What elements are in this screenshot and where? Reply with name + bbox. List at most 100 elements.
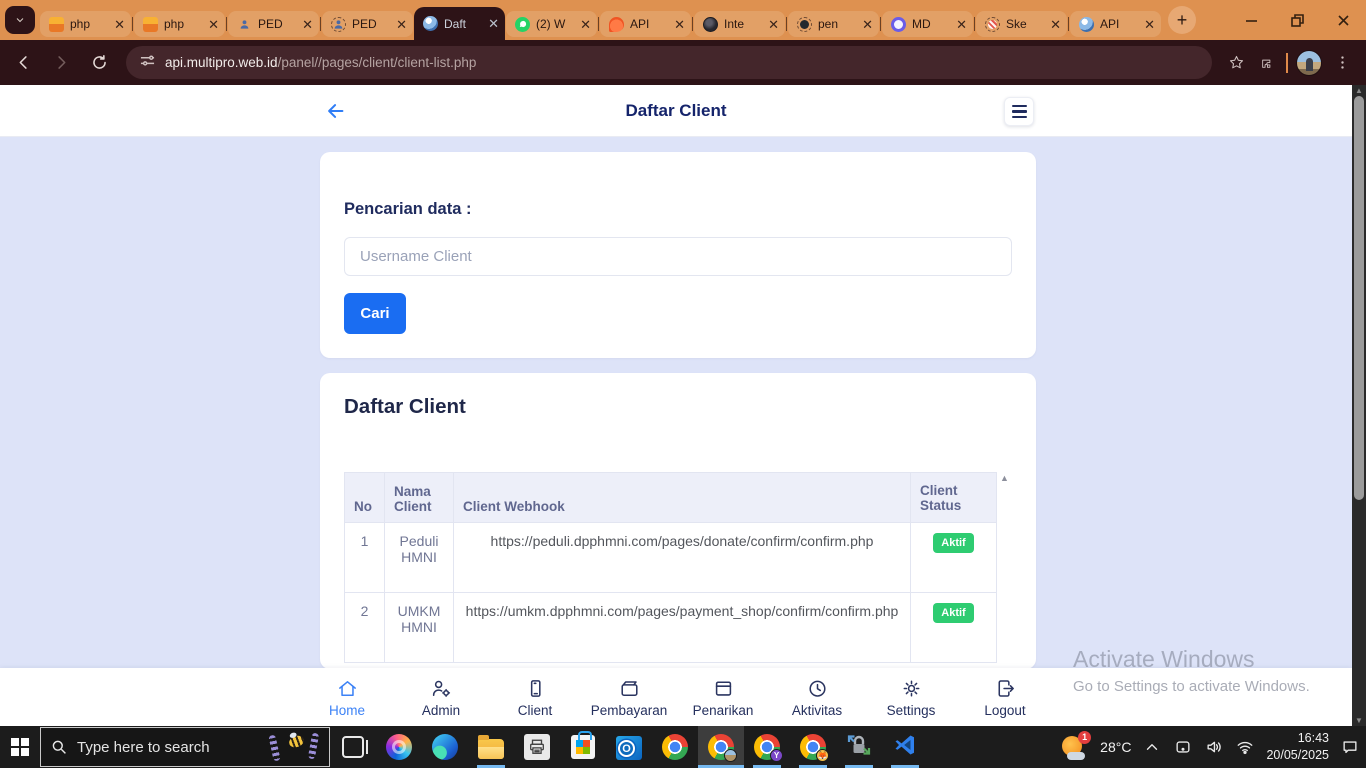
nav-item-aktivitas[interactable]: Aktivitas <box>770 668 864 726</box>
logout-icon <box>998 679 1014 697</box>
kebab-menu-icon <box>1340 56 1344 69</box>
browser-tab-3[interactable]: PED ✕ <box>228 11 319 37</box>
taskbar-icon-vscode[interactable] <box>882 726 928 768</box>
browser-tab-10[interactable]: MD ✕ <box>882 11 973 37</box>
taskbar-icon-microsoft-store[interactable] <box>560 726 606 768</box>
browser-tab-2[interactable]: php ✕ <box>134 11 225 37</box>
taskbar-icon-file-explorer[interactable] <box>468 726 514 768</box>
tab-close-icon[interactable]: ✕ <box>862 18 873 31</box>
forward-icon <box>57 56 65 69</box>
taskbar-icon-printer[interactable] <box>514 726 560 768</box>
tab-title: Daft <box>444 16 467 31</box>
weather-icon[interactable]: 1 <box>1062 730 1092 760</box>
taskbar-icon-task-view[interactable] <box>330 726 376 768</box>
browser-tab-11[interactable]: Ske ✕ <box>976 11 1067 37</box>
nav-item-home[interactable]: Home <box>300 668 394 726</box>
page-menu-button[interactable] <box>1004 97 1034 126</box>
browser-tab-7[interactable]: API ✕ <box>600 11 691 37</box>
tab-close-icon[interactable]: ✕ <box>114 18 125 31</box>
address-bar[interactable]: api.multipro.web.id/panel//pages/client/… <box>126 46 1212 79</box>
gear-icon <box>903 680 919 696</box>
nav-label: Home <box>328 702 365 718</box>
tab-close-icon[interactable]: ✕ <box>768 18 779 31</box>
browser-tab-9[interactable]: pen ✕ <box>788 11 879 37</box>
chevron-up-icon <box>1147 744 1158 750</box>
nav-item-logout[interactable]: Logout <box>958 668 1052 726</box>
site-info-icon[interactable] <box>140 53 155 73</box>
minimize-button[interactable] <box>1228 0 1274 40</box>
taskbar-icon-chrome-profile-3[interactable]: 🦊 <box>790 726 836 768</box>
reload-button[interactable] <box>84 48 114 78</box>
nav-item-penarikan[interactable]: Penarikan <box>676 668 770 726</box>
page-scrollbar[interactable]: ▲ ▼ <box>1352 85 1366 726</box>
taskbar-icon-outlook[interactable] <box>606 726 652 768</box>
nav-item-pembayaran[interactable]: Pembayaran <box>582 668 676 726</box>
nav-item-client[interactable]: Client <box>488 668 582 726</box>
tab-close-icon[interactable]: ✕ <box>674 18 685 31</box>
tab-title: MD <box>912 17 931 31</box>
tab-title: (2) W <box>536 17 566 31</box>
mobile-card-icon <box>530 679 541 697</box>
cari-button[interactable]: Cari <box>344 293 406 334</box>
scroll-up-arrow[interactable]: ▲ <box>1352 85 1366 96</box>
tab-title: Ske <box>1006 17 1027 31</box>
new-tab-button[interactable]: + <box>1168 6 1196 34</box>
action-center-button[interactable] <box>1340 737 1360 757</box>
close-button[interactable] <box>1320 0 1366 40</box>
back-button[interactable] <box>8 48 38 78</box>
table-scrollbar-up[interactable]: ▲ <box>1000 473 1009 483</box>
taskbar-icon-copilot[interactable] <box>376 726 422 768</box>
tab-separator <box>880 17 881 31</box>
browser-tab-1[interactable]: php ✕ <box>40 11 131 37</box>
taskbar-icon-chrome[interactable] <box>652 726 698 768</box>
tab-close-icon[interactable]: ✕ <box>396 18 407 31</box>
page-title: Daftar Client <box>625 101 727 120</box>
username-client-input[interactable] <box>344 237 1012 276</box>
favicon-phpmyadmin <box>143 16 158 32</box>
star-icon <box>1229 55 1243 69</box>
taskbar-icon-chrome-profile-2[interactable]: Y <box>744 726 790 768</box>
extensions-button[interactable] <box>1250 49 1278 77</box>
nav-label: Admin <box>421 702 461 718</box>
url-text: api.multipro.web.id/panel//pages/client/… <box>165 55 477 70</box>
bookmark-button[interactable] <box>1222 49 1250 77</box>
taskbar-icon-edge[interactable] <box>422 726 468 768</box>
cell-status: Aktif <box>910 592 997 663</box>
tab-close-icon[interactable]: ✕ <box>208 18 219 31</box>
tab-close-icon[interactable]: ✕ <box>488 17 499 30</box>
nav-item-admin[interactable]: Admin <box>394 668 488 726</box>
browser-tab-12[interactable]: API ✕ <box>1070 11 1161 37</box>
temperature-label[interactable]: 28°C <box>1100 739 1131 755</box>
forward-button[interactable] <box>46 48 76 78</box>
browser-menu-button[interactable] <box>1328 49 1356 77</box>
start-button[interactable] <box>0 726 40 768</box>
clock[interactable]: 16:43 20/05/2025 <box>1266 730 1329 764</box>
maximize-button[interactable] <box>1274 0 1320 40</box>
screen-cast-icon[interactable] <box>1173 737 1193 757</box>
browser-window: php ✕ php ✕ PED ✕ PED ✕ Daft ✕ (2) W ✕ API ✕ Inte ✕ pen ✕… <box>0 0 1366 768</box>
taskbar-search-box[interactable]: Type here to search <box>40 727 330 767</box>
taskbar-icon-secure-sync[interactable] <box>836 726 882 768</box>
tab-close-icon[interactable]: ✕ <box>302 18 313 31</box>
tab-close-icon[interactable]: ✕ <box>1144 18 1155 31</box>
tab-close-icon[interactable]: ✕ <box>580 18 591 31</box>
nav-item-settings[interactable]: Settings <box>864 668 958 726</box>
scrollbar-thumb[interactable] <box>1354 96 1364 500</box>
profile-avatar[interactable] <box>1296 49 1322 76</box>
browser-tab-5[interactable]: Daft ✕ <box>414 7 505 40</box>
browser-tab-4[interactable]: PED ✕ <box>322 11 413 37</box>
volume-icon[interactable] <box>1204 737 1224 757</box>
browser-tab-8[interactable]: Inte ✕ <box>694 11 785 37</box>
nav-label: Penarikan <box>692 702 754 718</box>
wifi-icon[interactable] <box>1235 737 1255 757</box>
taskbar-icon-chrome-profile-main[interactable] <box>698 726 744 768</box>
tab-close-icon[interactable]: ✕ <box>956 18 967 31</box>
scroll-down-arrow[interactable]: ▼ <box>1352 715 1366 726</box>
toolbar-separator <box>1286 52 1288 73</box>
tray-overflow-button[interactable] <box>1142 737 1162 757</box>
browser-tab-6[interactable]: (2) W ✕ <box>506 11 597 37</box>
tab-close-icon[interactable]: ✕ <box>1050 18 1061 31</box>
tab-search-button[interactable] <box>5 6 35 34</box>
client-list-title: Daftar Client <box>344 395 466 418</box>
reload-icon <box>92 54 106 69</box>
